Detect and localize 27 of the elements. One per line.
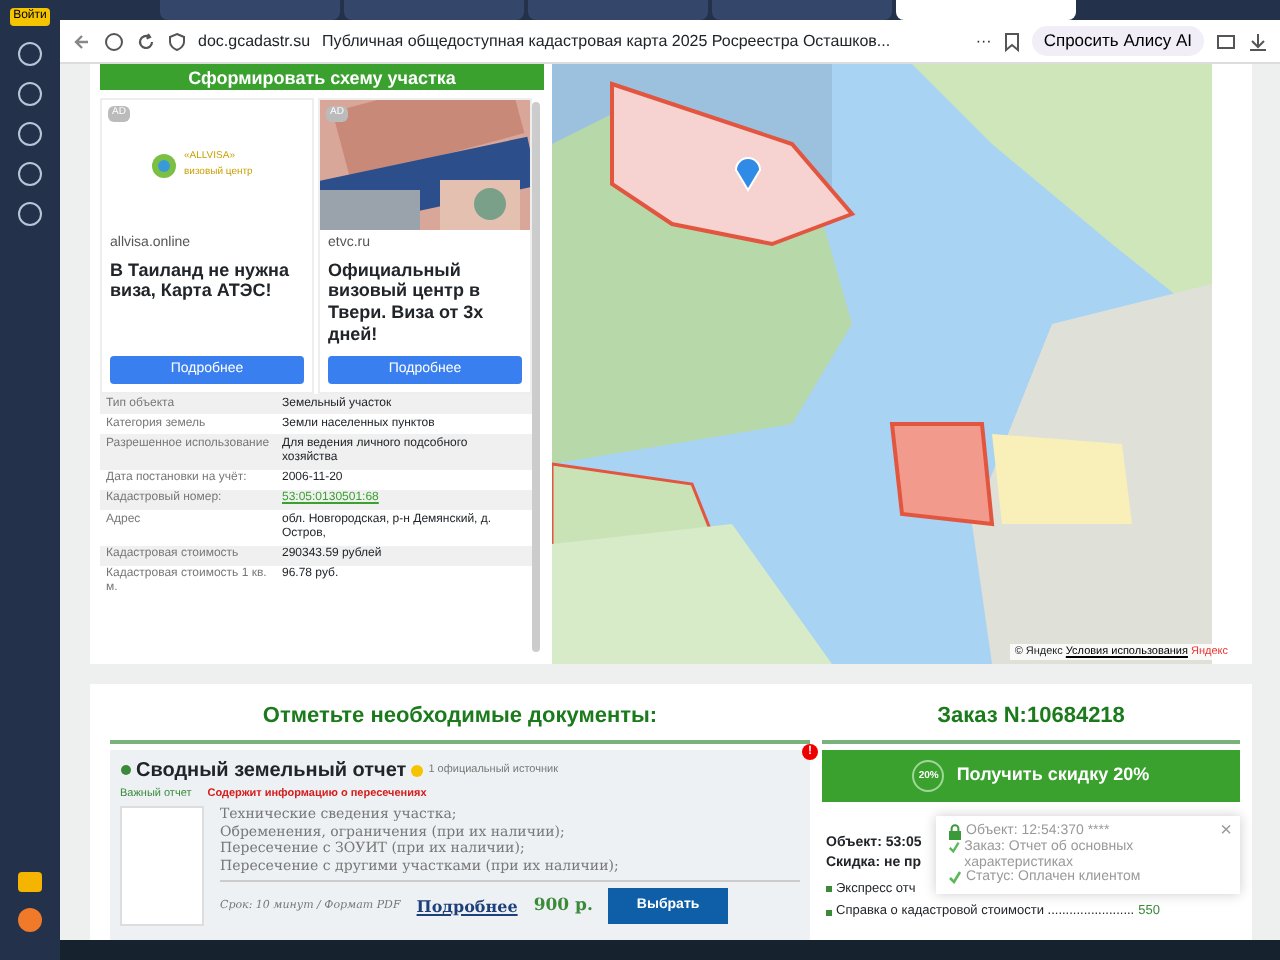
- section-heading: Отметьте необходимые документы:: [110, 700, 810, 743]
- bullet-icon: [826, 909, 832, 916]
- check-icon: [948, 840, 961, 854]
- price-text: 900 р.: [533, 893, 593, 919]
- alice-button[interactable]: Спросить Алису AI: [1031, 26, 1204, 56]
- more-button[interactable]: ···: [975, 29, 992, 53]
- mail-icon[interactable]: [18, 872, 42, 892]
- collections-icon[interactable]: [1216, 31, 1236, 51]
- document-title: Сводный земельный отчет: [136, 757, 407, 785]
- globe-icon: [150, 151, 178, 179]
- check-icon: [948, 870, 962, 885]
- bullet-icon: [826, 885, 832, 892]
- lock-icon: [948, 824, 962, 840]
- ad-headline[interactable]: Официальный визовый центр в Твери. Виза от 3х дней!: [320, 259, 530, 351]
- app-icon[interactable]: [18, 908, 42, 932]
- order-heading: Заказ N:10684218: [822, 700, 1240, 743]
- shield-icon: [168, 31, 186, 51]
- details-link[interactable]: Подробнее: [416, 894, 518, 918]
- reload-icon[interactable]: [136, 31, 156, 51]
- ad-headline[interactable]: В Таиланд не нужна виза, Карта АТЭС!: [102, 259, 312, 351]
- page-title: Публичная общедоступная кадастровая карта 2025 Росреестра Осташков...: [322, 29, 893, 53]
- document-thumbnail: [120, 805, 204, 926]
- scrollbar[interactable]: [532, 102, 540, 652]
- url-text[interactable]: doc.gcadastr.su: [198, 29, 311, 53]
- back-icon[interactable]: [72, 31, 92, 51]
- document-icon: [120, 764, 132, 776]
- download-icon[interactable]: [1248, 31, 1268, 51]
